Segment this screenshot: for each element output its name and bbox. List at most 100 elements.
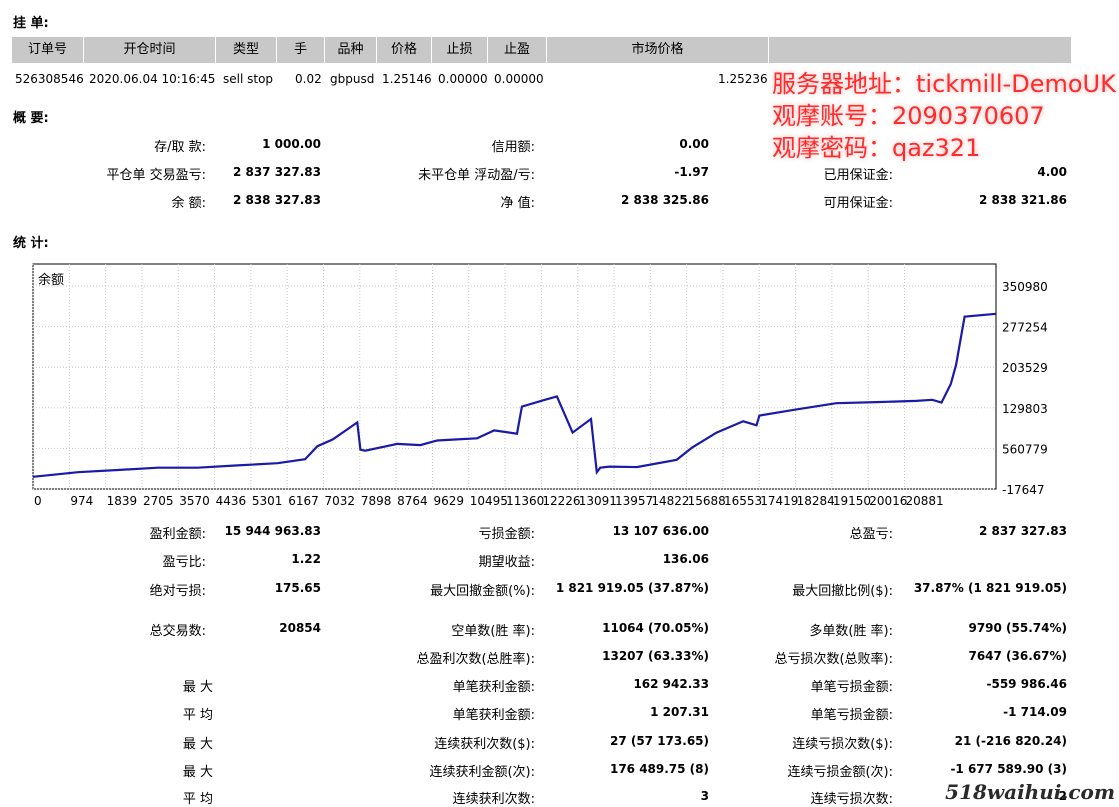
x-tick-label: 18284 bbox=[797, 494, 835, 508]
absolute-drawdown-label: 绝对亏损: bbox=[149, 584, 206, 599]
expected-payoff-label: 期望收益: bbox=[478, 555, 535, 570]
watermark-password: 观摩密码：qaz321 bbox=[772, 134, 981, 162]
y-tick-label: 203529 bbox=[1002, 361, 1048, 375]
col-market-price[interactable]: 市场价格 bbox=[547, 37, 769, 63]
y-tick-label: -17647 bbox=[1002, 483, 1045, 497]
largest-win-value: 162 942.33 bbox=[633, 677, 709, 691]
x-tick-label: 3570 bbox=[179, 494, 210, 508]
x-tick-label: 16553 bbox=[724, 494, 762, 508]
x-tick-label: 5301 bbox=[252, 494, 283, 508]
order-market: 1.25236 bbox=[718, 72, 768, 86]
consecutive-wins-label: 连续获利次数($): bbox=[434, 737, 535, 752]
x-tick-label: 10495 bbox=[470, 494, 508, 508]
avg-consecutive-wins-value: 3 bbox=[700, 789, 709, 803]
order-price: 1.25146 bbox=[382, 72, 432, 86]
pending-section-title: 挂 单: bbox=[13, 16, 49, 31]
total-trades-value: 20854 bbox=[279, 621, 321, 635]
average-win-value: 1 207.31 bbox=[650, 705, 709, 719]
consecutive-losses-value: 21 (-216 820.24) bbox=[954, 734, 1067, 748]
x-tick-label: 14822 bbox=[651, 494, 689, 508]
chart-label: 余额 bbox=[38, 272, 64, 288]
x-tick-label: 9629 bbox=[433, 494, 464, 508]
gross-profit-label: 盈利金额: bbox=[149, 527, 206, 542]
largest-loss-label: 单笔亏损金额: bbox=[810, 680, 893, 695]
floating-pl-value: -1.97 bbox=[674, 165, 709, 179]
deposit-value: 1 000.00 bbox=[262, 137, 321, 151]
watermark-account: 观摩账号：2090370607 bbox=[772, 102, 1045, 130]
max-consec-group-label: 最 大 bbox=[182, 737, 213, 752]
x-tick-label: 20016 bbox=[869, 494, 907, 508]
average-group-label: 平 均 bbox=[182, 708, 213, 723]
x-tick-label: 12226 bbox=[542, 494, 580, 508]
balance-chart: 余额 350980277254203529129803560779-17647 … bbox=[32, 263, 1048, 508]
largest-loss-value: -559 986.46 bbox=[986, 677, 1067, 691]
order-ticket: 526308546 bbox=[15, 72, 84, 86]
x-tick-labels: 0 974 1839 2705 3570 4436 5301 6167 7032 7898 8764… bbox=[34, 494, 944, 508]
profit-factor-value: 1.22 bbox=[291, 552, 321, 566]
col-tp[interactable]: 止盈 bbox=[488, 37, 547, 63]
deposit-label: 存/取 款: bbox=[154, 140, 206, 155]
total-pl-label: 总盈亏: bbox=[849, 527, 893, 542]
x-tick-label: 15688 bbox=[688, 494, 726, 508]
consecutive-profit-value: 176 489.75 (8) bbox=[609, 762, 709, 776]
short-positions-value: 11064 (70.05%) bbox=[602, 621, 709, 635]
consecutive-losses-label: 连续亏损次数($): bbox=[792, 737, 893, 752]
col-type[interactable]: 类型 bbox=[216, 37, 277, 63]
col-ticket[interactable]: 订单号 bbox=[12, 37, 84, 63]
gross-loss-label: 亏损金额: bbox=[478, 527, 535, 542]
used-margin-label: 已用保证金: bbox=[823, 168, 893, 183]
consecutive-wins-value: 27 (57 173.65) bbox=[609, 734, 709, 748]
loss-trades-value: 7647 (36.67%) bbox=[968, 649, 1067, 663]
col-lots[interactable]: 手 bbox=[277, 37, 325, 63]
x-tick-label: 6167 bbox=[288, 494, 319, 508]
col-symbol[interactable]: 品种 bbox=[325, 37, 377, 63]
x-tick-label: 1839 bbox=[107, 494, 138, 508]
used-margin-value: 4.00 bbox=[1037, 165, 1067, 179]
long-positions-label: 多单数(胜 率): bbox=[809, 624, 893, 639]
equity-value: 2 838 325.86 bbox=[620, 193, 709, 207]
total-pl-value: 2 837 327.83 bbox=[978, 524, 1067, 538]
closed-pl-value: 2 837 327.83 bbox=[232, 165, 321, 179]
watermark-server: 服务器地址：tickmill-DemoUK bbox=[772, 70, 1116, 98]
credit-value: 0.00 bbox=[679, 137, 709, 151]
x-tick-label: 974 bbox=[70, 494, 93, 508]
x-tick-label: 13091 bbox=[579, 494, 617, 508]
short-positions-label: 空单数(胜 率): bbox=[451, 624, 535, 639]
long-positions-value: 9790 (55.74%) bbox=[968, 621, 1067, 635]
col-price[interactable]: 价格 bbox=[377, 37, 432, 63]
x-tick-label: 19150 bbox=[833, 494, 871, 508]
floating-pl-label: 未平仓单 浮动盈/亏: bbox=[418, 168, 535, 183]
col-sl[interactable]: 止损 bbox=[432, 37, 488, 63]
max-drawdown-label: 最大回撤金额(%): bbox=[430, 584, 535, 599]
col-open-time[interactable]: 开仓时间 bbox=[84, 37, 216, 63]
closed-pl-label: 平仓单 交易盈亏: bbox=[106, 168, 206, 183]
x-tick-label: 13957 bbox=[615, 494, 653, 508]
x-tick-label: 8764 bbox=[397, 494, 428, 508]
order-time: 2020.06.04 10:16:45 bbox=[89, 72, 216, 86]
x-tick-label: 7032 bbox=[325, 494, 356, 508]
stats-section-title: 统 计: bbox=[13, 236, 49, 251]
average-loss-value: -1 714.09 bbox=[1003, 705, 1067, 719]
profit-trades-value: 13207 (63.33%) bbox=[602, 649, 709, 663]
order-sl: 0.00000 bbox=[438, 72, 488, 86]
largest-win-label: 单笔获利金额: bbox=[452, 680, 535, 695]
profit-trades-label: 总盈利次数(总胜率): bbox=[416, 652, 535, 667]
order-tp: 0.00000 bbox=[494, 72, 544, 86]
profit-factor-label: 盈亏比: bbox=[162, 555, 206, 570]
x-tick-label: 11360 bbox=[506, 494, 544, 508]
site-watermark: 518waihui.com bbox=[945, 780, 1115, 804]
chart-frame bbox=[32, 263, 997, 490]
expected-payoff-value: 136.06 bbox=[662, 552, 709, 566]
order-lots: 0.02 bbox=[295, 72, 322, 86]
avg-consecutive-wins-label: 连续获利次数: bbox=[452, 792, 535, 807]
x-tick-label: 17419 bbox=[760, 494, 798, 508]
gross-profit-value: 15 944 963.83 bbox=[224, 524, 321, 538]
balance-value: 2 838 327.83 bbox=[232, 193, 321, 207]
total-trades-label: 总交易数: bbox=[149, 624, 206, 639]
average-win-label: 单笔获利金额: bbox=[452, 708, 535, 723]
balance-label: 余 额: bbox=[171, 196, 206, 211]
y-tick-label: 560779 bbox=[1002, 442, 1048, 456]
credit-label: 信用额: bbox=[491, 140, 535, 155]
free-margin-label: 可用保证金: bbox=[823, 196, 893, 211]
consecutive-profit-label: 连续获利金额(次): bbox=[429, 765, 535, 780]
